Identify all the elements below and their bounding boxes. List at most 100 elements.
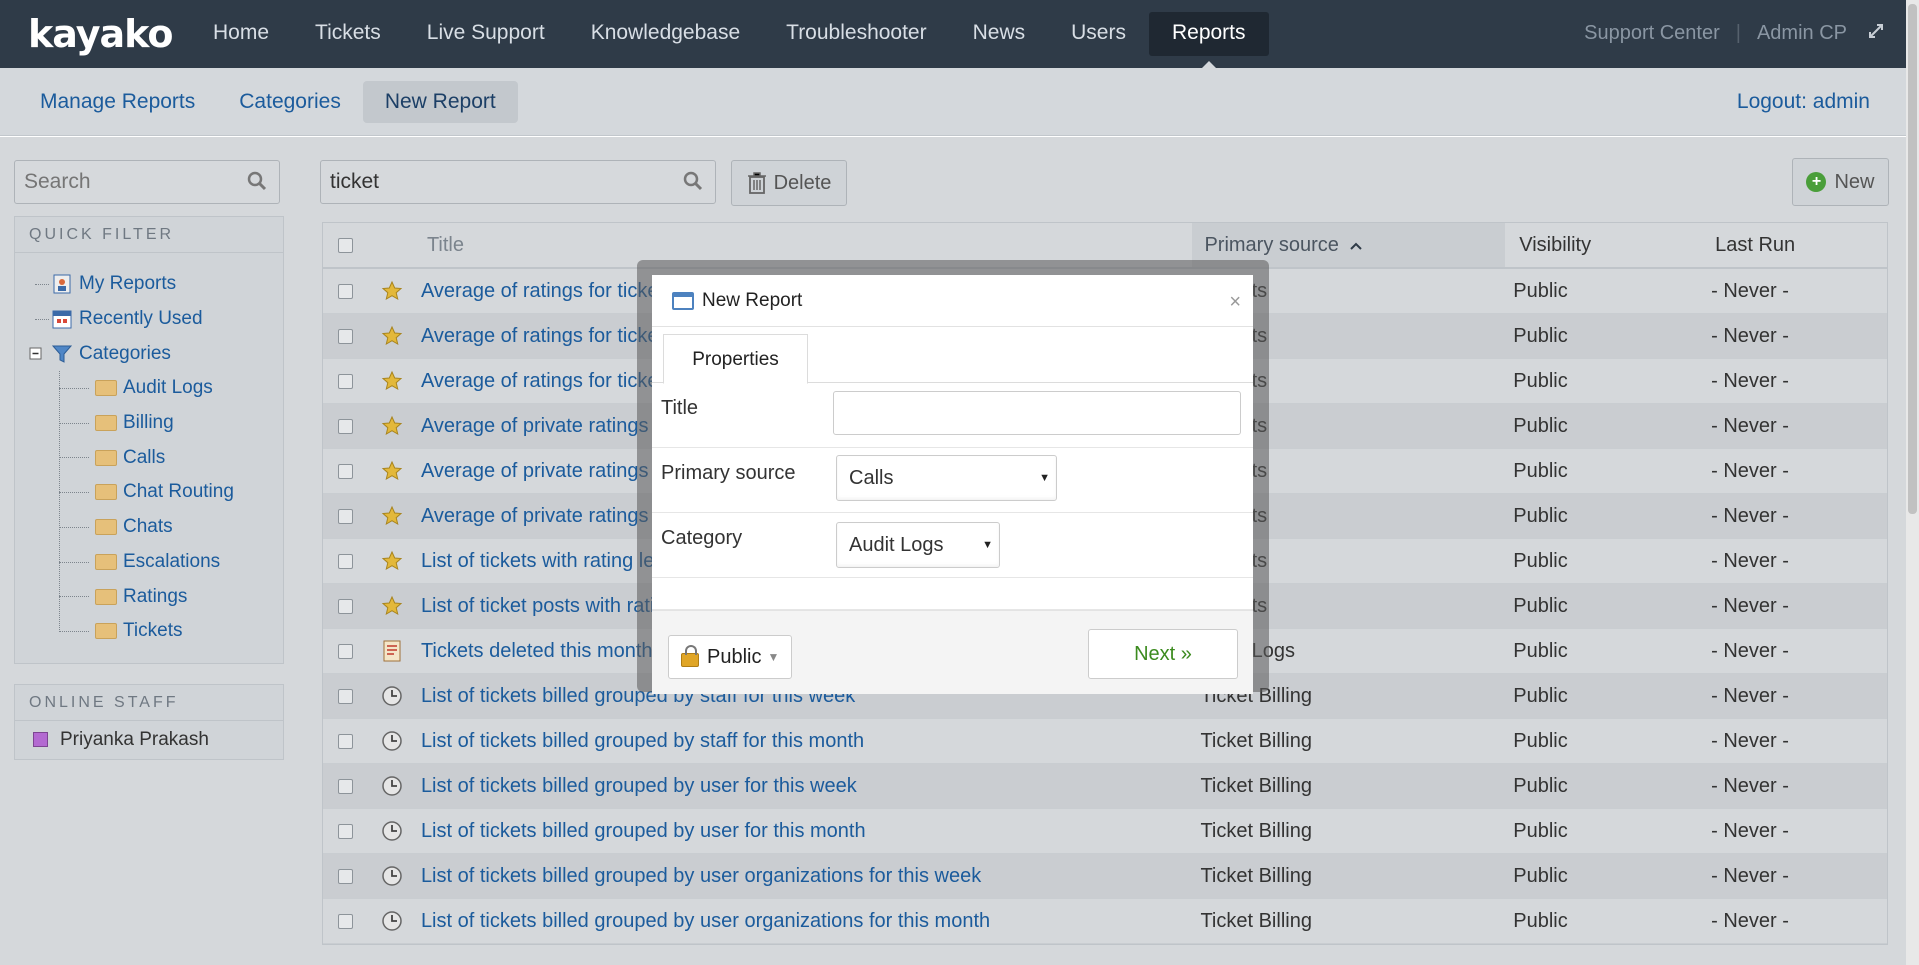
- row-checkbox[interactable]: [338, 598, 354, 614]
- nav-troubleshooter[interactable]: Troubleshooter: [763, 12, 949, 56]
- row-checkbox[interactable]: [338, 418, 354, 434]
- nav-tickets[interactable]: Tickets: [292, 12, 404, 56]
- row-checkbox[interactable]: [338, 553, 354, 569]
- staff-item[interactable]: Priyanka Prakash: [15, 721, 283, 759]
- nav-home[interactable]: Home: [190, 12, 292, 56]
- report-visibility: Public: [1513, 414, 1568, 437]
- grid-toolbar: Delete + New: [320, 158, 1889, 206]
- dialog-tabs: Properties: [652, 327, 1253, 384]
- visibility-column-header[interactable]: Visibility: [1505, 234, 1701, 257]
- category-item-label: Calls: [123, 446, 166, 468]
- sort-ascending-icon: [1350, 242, 1363, 250]
- report-title-link[interactable]: List of tickets billed grouped by user o…: [415, 865, 1193, 888]
- row-checkbox-cell: [323, 373, 369, 389]
- row-checkbox[interactable]: [338, 688, 354, 704]
- tree-categories[interactable]: Categories: [29, 336, 283, 371]
- row-checkbox-cell: [323, 283, 369, 299]
- folder-icon: [95, 380, 117, 397]
- report-last-run: - Never -: [1711, 414, 1789, 437]
- report-visibility: Public: [1513, 279, 1568, 302]
- report-title-link[interactable]: List of tickets billed grouped by user f…: [415, 820, 1193, 843]
- category-item-billing[interactable]: Billing: [29, 406, 283, 441]
- report-source: Ticket Billing: [1200, 909, 1312, 932]
- table-row[interactable]: List of tickets billed grouped by user f…: [323, 764, 1887, 809]
- report-last-run: - Never -: [1711, 324, 1789, 347]
- category-item-escalations[interactable]: Escalations: [29, 545, 283, 580]
- star-icon: [369, 550, 415, 572]
- new-report-dialog: New Report × Properties Title Primary so…: [652, 275, 1253, 694]
- tree-my-reports[interactable]: My Reports: [29, 267, 283, 302]
- recently-used-label: Recently Used: [79, 308, 203, 330]
- nav-live-support[interactable]: Live Support: [404, 12, 568, 56]
- visibility-button[interactable]: Public ▼: [668, 635, 792, 679]
- report-title-link[interactable]: List of tickets billed grouped by staff …: [415, 730, 1193, 753]
- nav-reports[interactable]: Reports: [1148, 12, 1269, 68]
- title-column-header[interactable]: Title: [415, 234, 1193, 257]
- close-icon[interactable]: ×: [1229, 291, 1241, 314]
- select-all-checkbox[interactable]: [338, 237, 354, 253]
- row-checkbox[interactable]: [338, 733, 354, 749]
- primary-source-row: Primary source Calls ▼: [652, 448, 1253, 513]
- report-title-link[interactable]: List of tickets billed grouped by user o…: [415, 910, 1193, 933]
- row-checkbox[interactable]: [338, 823, 354, 839]
- row-checkbox[interactable]: [338, 283, 354, 299]
- window-icon: [672, 291, 694, 310]
- search-icon[interactable]: [683, 171, 703, 197]
- nav-news[interactable]: News: [950, 12, 1049, 56]
- support-center-link[interactable]: Support Center: [1584, 22, 1720, 45]
- category-item-chat-routing[interactable]: Chat Routing: [29, 475, 283, 510]
- report-title-link[interactable]: List of tickets billed grouped by user f…: [415, 775, 1193, 798]
- collapse-icon[interactable]: [29, 347, 43, 361]
- category-item-calls[interactable]: Calls: [29, 440, 283, 475]
- kayako-logo[interactable]: kayako: [28, 12, 174, 56]
- row-checkbox-cell: [323, 823, 369, 839]
- category-item-ratings[interactable]: Ratings: [29, 579, 283, 614]
- row-checkbox[interactable]: [338, 643, 354, 659]
- subnav-categories[interactable]: Categories: [217, 81, 363, 123]
- table-row[interactable]: List of tickets billed grouped by user f…: [323, 809, 1887, 854]
- row-checkbox[interactable]: [338, 778, 354, 794]
- row-checkbox[interactable]: [338, 508, 354, 524]
- search-icon[interactable]: [247, 171, 267, 197]
- category-select[interactable]: Audit Logs ▼: [836, 522, 1000, 568]
- nav-users[interactable]: Users: [1048, 12, 1149, 56]
- sidebar-search-input[interactable]: [15, 161, 235, 203]
- category-item-label: Ratings: [123, 585, 188, 607]
- category-item-tickets[interactable]: Tickets: [29, 614, 283, 649]
- tree-recently-used[interactable]: Recently Used: [29, 302, 283, 337]
- report-visibility: Public: [1513, 369, 1568, 392]
- new-button[interactable]: + New: [1792, 158, 1889, 206]
- row-checkbox[interactable]: [338, 913, 354, 929]
- admin-cp-link[interactable]: Admin CP: [1757, 22, 1847, 45]
- row-checkbox[interactable]: [338, 868, 354, 884]
- nav-knowledgebase[interactable]: Knowledgebase: [568, 12, 763, 56]
- tab-properties[interactable]: Properties: [663, 334, 808, 384]
- expand-icon[interactable]: [1869, 24, 1883, 43]
- delete-button[interactable]: Delete: [731, 160, 847, 206]
- category-value: Audit Logs: [849, 534, 944, 556]
- primary-source-select[interactable]: Calls ▼: [836, 455, 1057, 501]
- page-scrollbar[interactable]: [1906, 0, 1919, 965]
- title-input[interactable]: [833, 391, 1241, 435]
- star-icon: [369, 415, 415, 437]
- last-run-column-header[interactable]: Last Run: [1701, 234, 1887, 257]
- subnav-new-report[interactable]: New Report: [362, 81, 518, 123]
- row-checkbox[interactable]: [338, 328, 354, 344]
- category-item-chats[interactable]: Chats: [29, 510, 283, 545]
- subnav-manage-reports[interactable]: Manage Reports: [18, 81, 217, 123]
- report-visibility: Public: [1513, 594, 1568, 617]
- table-row[interactable]: List of tickets billed grouped by user o…: [323, 899, 1887, 944]
- row-checkbox[interactable]: [338, 373, 354, 389]
- table-row[interactable]: List of tickets billed grouped by user o…: [323, 854, 1887, 899]
- scrollbar-thumb[interactable]: [1908, 4, 1917, 514]
- report-last-run: - Never -: [1711, 279, 1789, 302]
- caret-down-icon: ▼: [767, 650, 780, 664]
- next-button[interactable]: Next »: [1088, 629, 1238, 679]
- logout-link[interactable]: Logout: admin: [1737, 90, 1870, 114]
- category-item-audit-logs[interactable]: Audit Logs: [29, 371, 283, 406]
- report-visibility: Public: [1513, 324, 1568, 347]
- report-visibility: Public: [1513, 864, 1568, 887]
- report-search-input[interactable]: [321, 161, 661, 203]
- table-row[interactable]: List of tickets billed grouped by staff …: [323, 719, 1887, 764]
- row-checkbox[interactable]: [338, 463, 354, 479]
